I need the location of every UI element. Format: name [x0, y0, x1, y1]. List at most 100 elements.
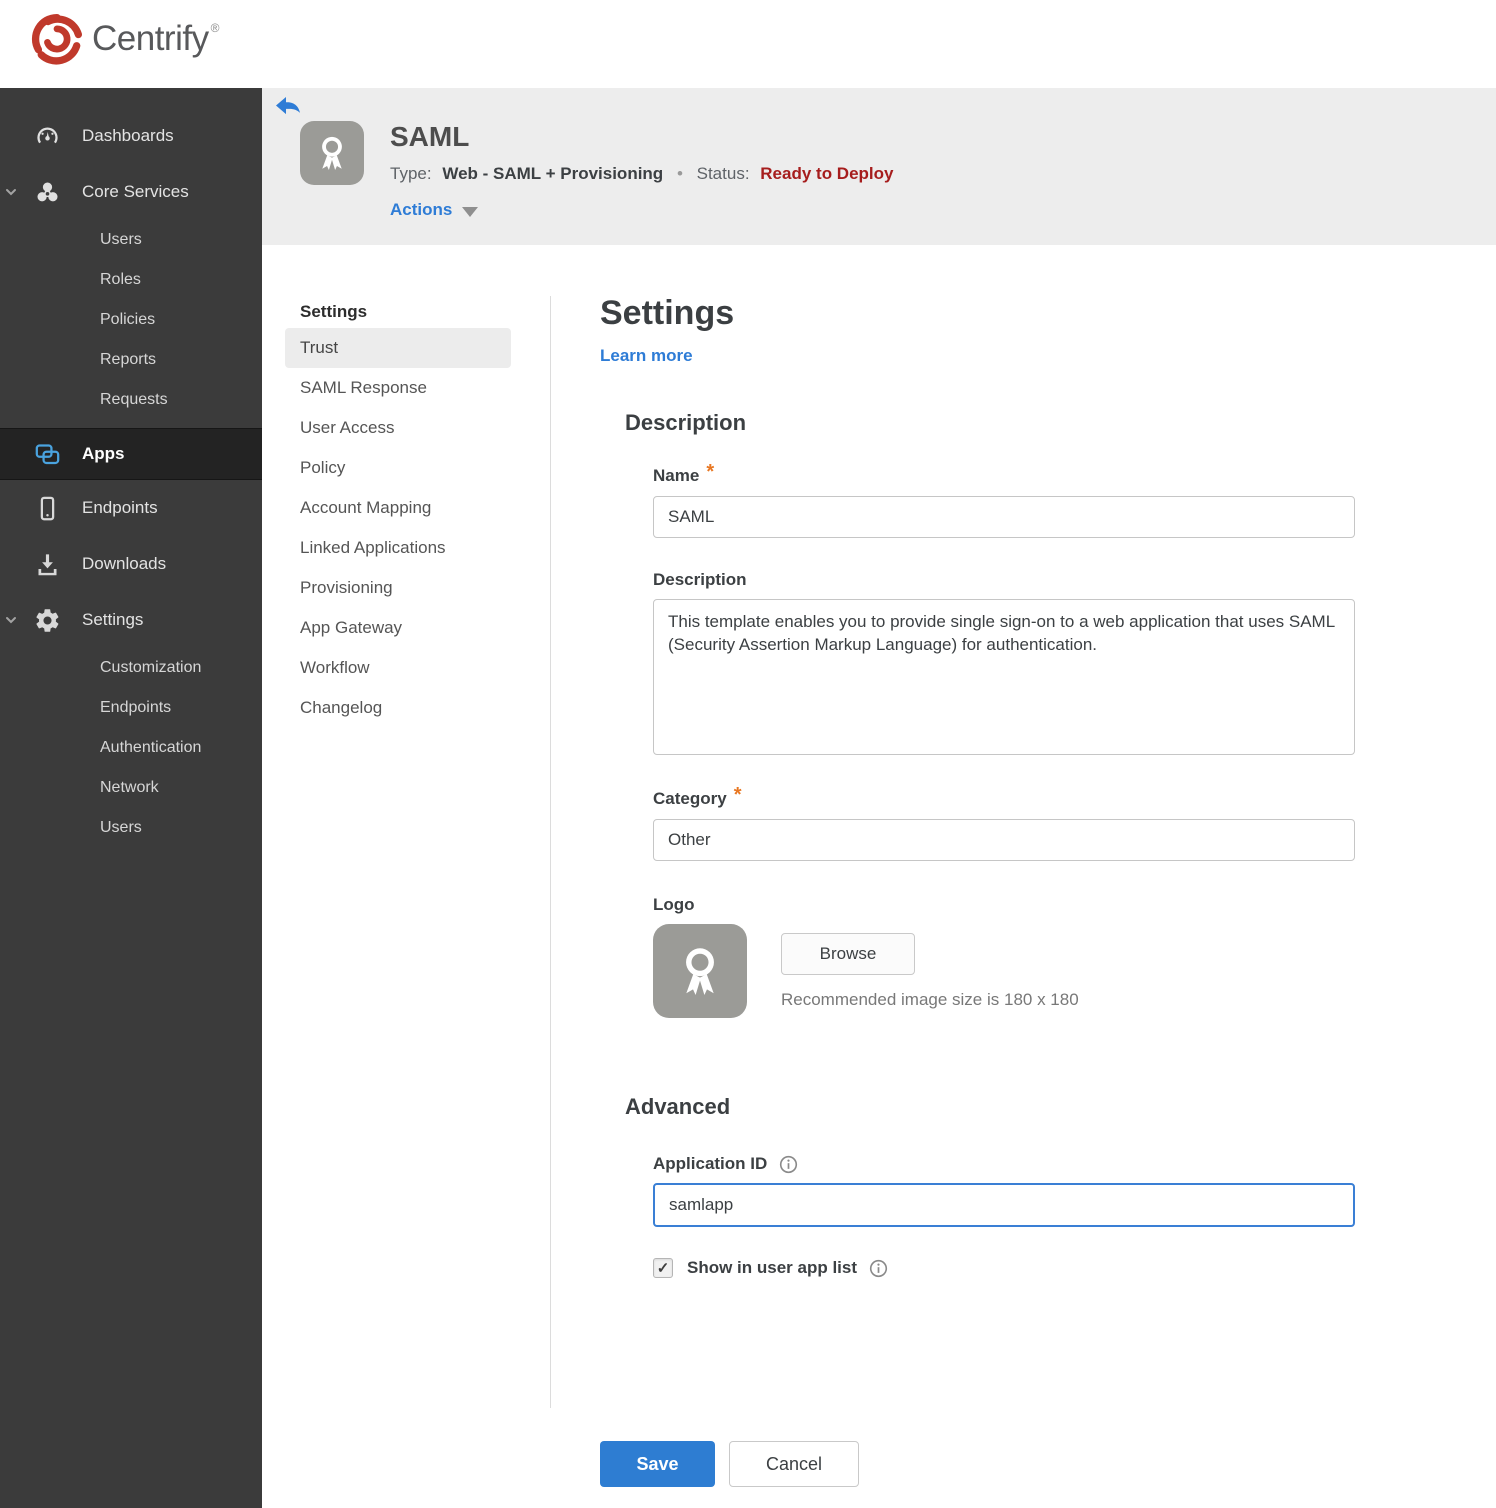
back-arrow-icon[interactable]	[276, 97, 300, 117]
status-label: Status:	[696, 164, 750, 183]
sidebar-item-settings[interactable]: Settings	[0, 592, 262, 648]
brand-logo[interactable]: Centrify ®	[30, 12, 219, 66]
advanced-section-heading: Advanced	[625, 1094, 731, 1119]
app-meta-line: Type: Web - SAML + Provisioning • Status…	[390, 164, 893, 184]
subnav-item-policy[interactable]: Policy	[285, 448, 511, 488]
sidebar-item-settings-users[interactable]: Users	[0, 808, 262, 848]
sidebar-item-endpoints[interactable]: Endpoints	[0, 480, 262, 536]
sidebar-item-settings-endpoints[interactable]: Endpoints	[0, 688, 262, 728]
vertical-divider	[550, 296, 551, 1408]
brand-name: Centrify	[92, 19, 209, 58]
logo-row: Browse Recommended image size is 180 x 1…	[653, 924, 1355, 1018]
gear-icon	[34, 607, 61, 634]
centrify-swirl-icon	[31, 13, 83, 65]
logo-controls: Browse Recommended image size is 180 x 1…	[781, 924, 1079, 1018]
name-label: Name	[653, 465, 700, 485]
info-icon[interactable]	[869, 1259, 888, 1278]
category-label-row: Category *	[653, 784, 1355, 810]
sidebar: Dashboards Core Services Users Roles Pol	[0, 88, 262, 1508]
sidebar-subitem-label: Customization	[100, 659, 202, 676]
gauge-icon	[34, 123, 61, 150]
sidebar-item-dashboards[interactable]: Dashboards	[0, 108, 262, 164]
application-id-label: Application ID	[653, 1154, 768, 1173]
subnav-item-user-access[interactable]: User Access	[285, 408, 511, 448]
status-value: Ready to Deploy	[760, 164, 894, 183]
subnav-item-workflow[interactable]: Workflow	[285, 648, 511, 688]
name-label-row: Name *	[653, 461, 1355, 487]
logo-preview-ribbon-icon	[653, 924, 747, 1018]
subnav-item-provisioning[interactable]: Provisioning	[285, 568, 511, 608]
subnav-item-app-gateway[interactable]: App Gateway	[285, 608, 511, 648]
sidebar-subitem-label: Endpoints	[100, 699, 172, 716]
chevron-down-icon	[6, 189, 16, 196]
show-in-user-app-list-row: ✓ Show in user app list	[653, 1258, 1355, 1278]
sidebar-item-core-services[interactable]: Core Services	[0, 164, 262, 220]
core-services-icon	[34, 179, 61, 206]
app-logo-ribbon-icon	[300, 121, 364, 185]
sidebar-item-downloads[interactable]: Downloads	[0, 536, 262, 592]
sidebar-item-users[interactable]: Users	[0, 220, 262, 260]
info-icon[interactable]	[779, 1155, 798, 1174]
sidebar-subitem-label: Policies	[100, 311, 156, 328]
advanced-fields: Application ID ✓ Show in user app list	[653, 1154, 1355, 1278]
sidebar-item-apps[interactable]: Apps	[0, 428, 262, 480]
application-id-input[interactable]	[653, 1183, 1355, 1227]
learn-more-link[interactable]: Learn more	[600, 346, 693, 366]
sidebar-item-reports[interactable]: Reports	[0, 340, 262, 380]
sidebar-item-network[interactable]: Network	[0, 768, 262, 808]
app-header: SAML Type: Web - SAML + Provisioning • S…	[262, 88, 1496, 245]
actions-menu-button[interactable]: Actions	[390, 200, 479, 220]
form-footer: Save Cancel	[600, 1441, 859, 1487]
sidebar-item-label: Downloads	[82, 554, 167, 573]
description-textarea[interactable]: This template enables you to provide sin…	[653, 599, 1355, 755]
description-label: Description	[653, 570, 747, 589]
subnav-item-changelog[interactable]: Changelog	[285, 688, 511, 728]
required-asterisk: *	[733, 784, 742, 806]
browse-button[interactable]: Browse	[781, 933, 915, 975]
logo-label-row: Logo	[653, 895, 1355, 915]
cancel-button[interactable]: Cancel	[729, 1441, 859, 1487]
sidebar-item-requests[interactable]: Requests	[0, 380, 262, 420]
top-header: Centrify ®	[0, 0, 1496, 88]
subnav-item-account-mapping[interactable]: Account Mapping	[285, 488, 511, 528]
sidebar-subitem-label: Users	[100, 819, 142, 836]
mobile-device-icon	[34, 495, 61, 522]
required-asterisk: *	[706, 461, 715, 483]
sidebar-subitem-label: Users	[100, 231, 142, 248]
category-input[interactable]	[653, 819, 1355, 861]
meta-separator: •	[676, 164, 683, 183]
subnav-heading: Settings	[300, 302, 368, 321]
save-button[interactable]: Save	[600, 1441, 715, 1487]
logo-size-hint: Recommended image size is 180 x 180	[781, 990, 1079, 1009]
caret-down-icon	[462, 206, 479, 217]
sidebar-subitem-label: Roles	[100, 271, 141, 288]
type-value: Web - SAML + Provisioning	[442, 164, 664, 183]
description-label-row: Description	[653, 570, 1355, 590]
subnav-item-linked-applications[interactable]: Linked Applications	[285, 528, 511, 568]
sidebar-subitem-label: Requests	[100, 391, 168, 408]
subnav-item-saml-response[interactable]: SAML Response	[285, 368, 511, 408]
sidebar-item-label: Settings	[82, 610, 144, 629]
app-title: SAML	[390, 121, 470, 152]
actions-label: Actions	[390, 200, 453, 219]
sidebar-item-authentication[interactable]: Authentication	[0, 728, 262, 768]
sidebar-item-roles[interactable]: Roles	[0, 260, 262, 300]
show-in-user-app-list-checkbox[interactable]: ✓	[653, 1258, 673, 1278]
sidebar-item-policies[interactable]: Policies	[0, 300, 262, 340]
chevron-down-icon	[6, 617, 16, 624]
download-icon	[34, 551, 61, 578]
subnav-item-trust[interactable]: Trust	[285, 328, 511, 368]
name-input[interactable]	[653, 496, 1355, 538]
page-title: Settings	[600, 294, 735, 332]
sidebar-item-label: Core Services	[82, 182, 189, 201]
show-in-user-app-list-label: Show in user app list	[687, 1258, 858, 1277]
brand-trademark: ®	[210, 21, 220, 35]
sidebar-item-customization[interactable]: Customization	[0, 648, 262, 688]
application-id-label-row: Application ID	[653, 1154, 1355, 1174]
sidebar-subitem-label: Network	[100, 779, 159, 796]
category-label: Category	[653, 788, 727, 808]
app-window: Centrify ® Dashboards Core Services User…	[0, 0, 1496, 1508]
logo-label: Logo	[653, 895, 695, 914]
apps-icon	[34, 441, 61, 468]
